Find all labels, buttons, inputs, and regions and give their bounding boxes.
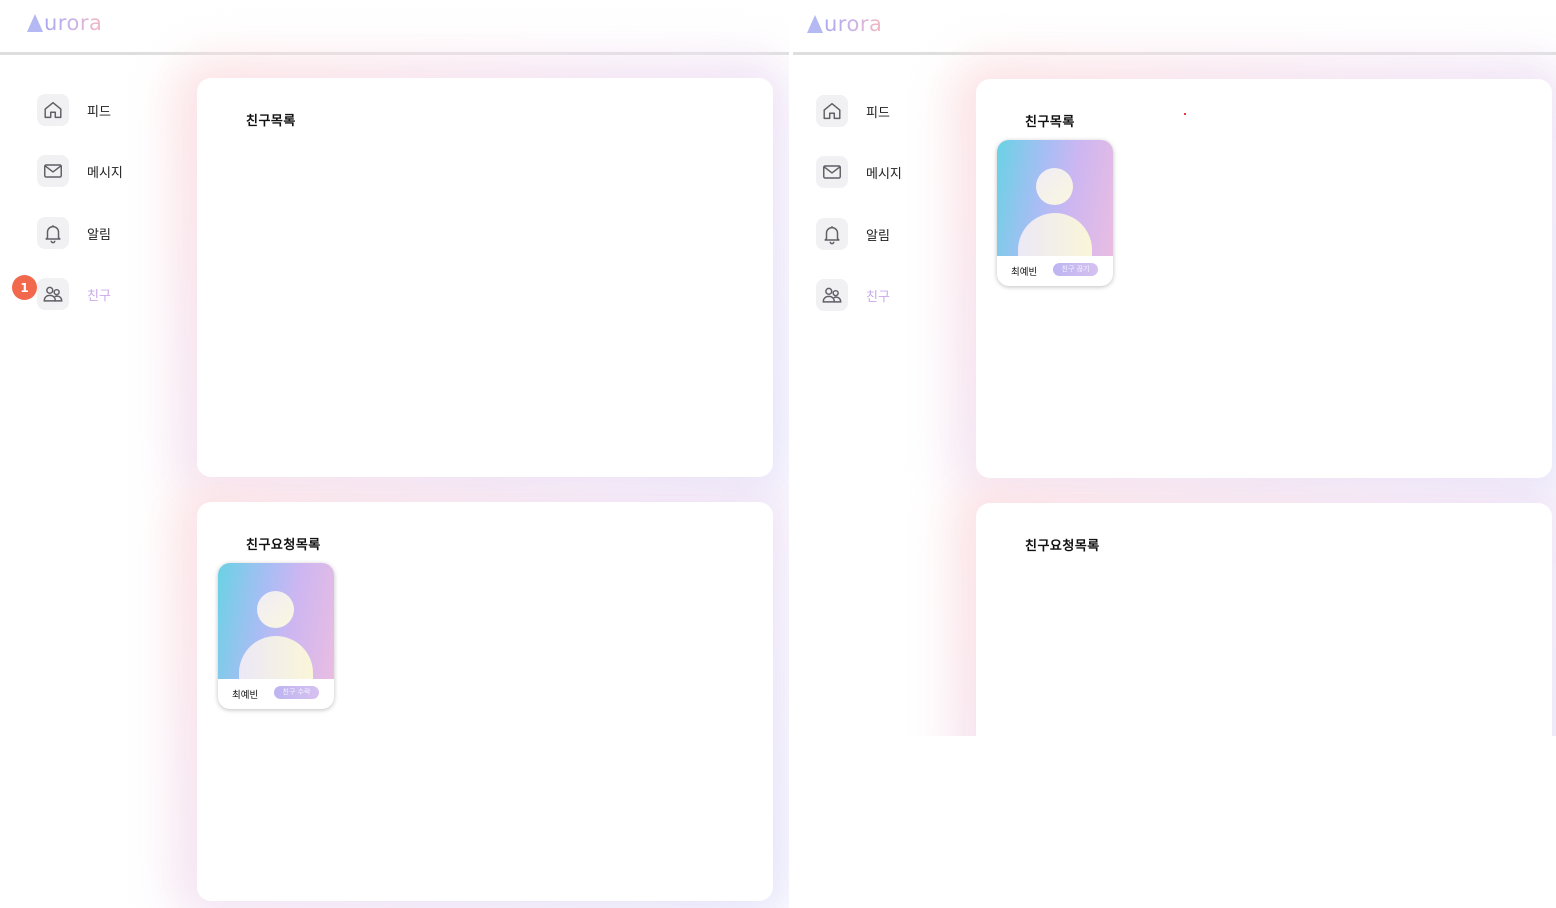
avatar-head: [1036, 168, 1073, 205]
avatar-body: [1018, 213, 1092, 256]
users-icon: [37, 278, 69, 310]
friend-list-card: 친구목록 최예빈 친구 끊기: [976, 79, 1552, 478]
sidebar-item-feed[interactable]: 피드: [37, 94, 111, 126]
stray-dot: [1184, 113, 1186, 115]
sidebar-item-label: 피드: [87, 104, 111, 120]
sidebar-item-label: 메시지: [866, 166, 902, 182]
home-icon: [37, 94, 69, 126]
friend-request-card: 친구요청목록 최예빈 친구 수락: [197, 502, 773, 901]
friend-list-card: 친구목록: [197, 78, 773, 477]
sidebar-item-friends[interactable]: 친구: [37, 278, 111, 310]
home-icon: [816, 95, 848, 127]
sidebar-item-label: 알림: [866, 228, 890, 244]
friend-name: 최예빈: [1011, 267, 1038, 278]
sidebar-item-label: 피드: [866, 105, 890, 121]
sidebar-item-messages[interactable]: 메시지: [816, 156, 902, 188]
mail-icon: [816, 156, 848, 188]
sidebar-item-label: 메시지: [87, 165, 123, 181]
logo[interactable]: urora: [27, 9, 102, 37]
notification-badge: 1: [12, 275, 37, 300]
bell-icon: [37, 217, 69, 249]
sidebar-item-label: 친구: [866, 289, 890, 305]
sidebar-item-feed[interactable]: 피드: [816, 95, 890, 127]
friend-request-title: 친구요청목록: [1025, 539, 1100, 554]
left-screen: urora 피드 메시지 알림 친구 1 친구목록 친구요청목록 최예빈 친구 …: [0, 0, 789, 908]
friend-request-item[interactable]: 최예빈 친구 수락: [218, 563, 334, 709]
sidebar-item-messages[interactable]: 메시지: [37, 155, 123, 187]
logo-triangle-icon: [27, 14, 43, 32]
users-icon: [816, 279, 848, 311]
header: urora: [793, 0, 1556, 55]
sidebar-item-label: 친구: [87, 288, 111, 304]
friend-item[interactable]: 최예빈 친구 끊기: [997, 140, 1113, 286]
avatar: [997, 140, 1113, 256]
bell-icon: [816, 218, 848, 250]
unfriend-button[interactable]: 친구 끊기: [1053, 263, 1098, 276]
right-screen: urora 피드 메시지 알림 친구 친구목록 최예빈 친구 끊기 친구요청목록: [793, 0, 1556, 736]
logo-triangle-icon: [807, 15, 823, 33]
friend-list-title: 친구목록: [246, 114, 296, 129]
mail-icon: [37, 155, 69, 187]
header: urora: [0, 0, 789, 55]
avatar-head: [257, 591, 294, 628]
logo[interactable]: urora: [807, 10, 882, 38]
sidebar-item-friends[interactable]: 친구: [816, 279, 890, 311]
sidebar-item-notifications[interactable]: 알림: [816, 218, 890, 250]
friend-list-title: 친구목록: [1025, 115, 1075, 130]
friend-name: 최예빈: [232, 690, 259, 701]
sidebar-item-notifications[interactable]: 알림: [37, 217, 111, 249]
avatar-body: [239, 636, 313, 679]
friend-request-card: 친구요청목록: [976, 503, 1552, 736]
avatar: [218, 563, 334, 679]
accept-friend-button[interactable]: 친구 수락: [274, 686, 319, 699]
sidebar-item-label: 알림: [87, 227, 111, 243]
friend-request-title: 친구요청목록: [246, 538, 321, 553]
